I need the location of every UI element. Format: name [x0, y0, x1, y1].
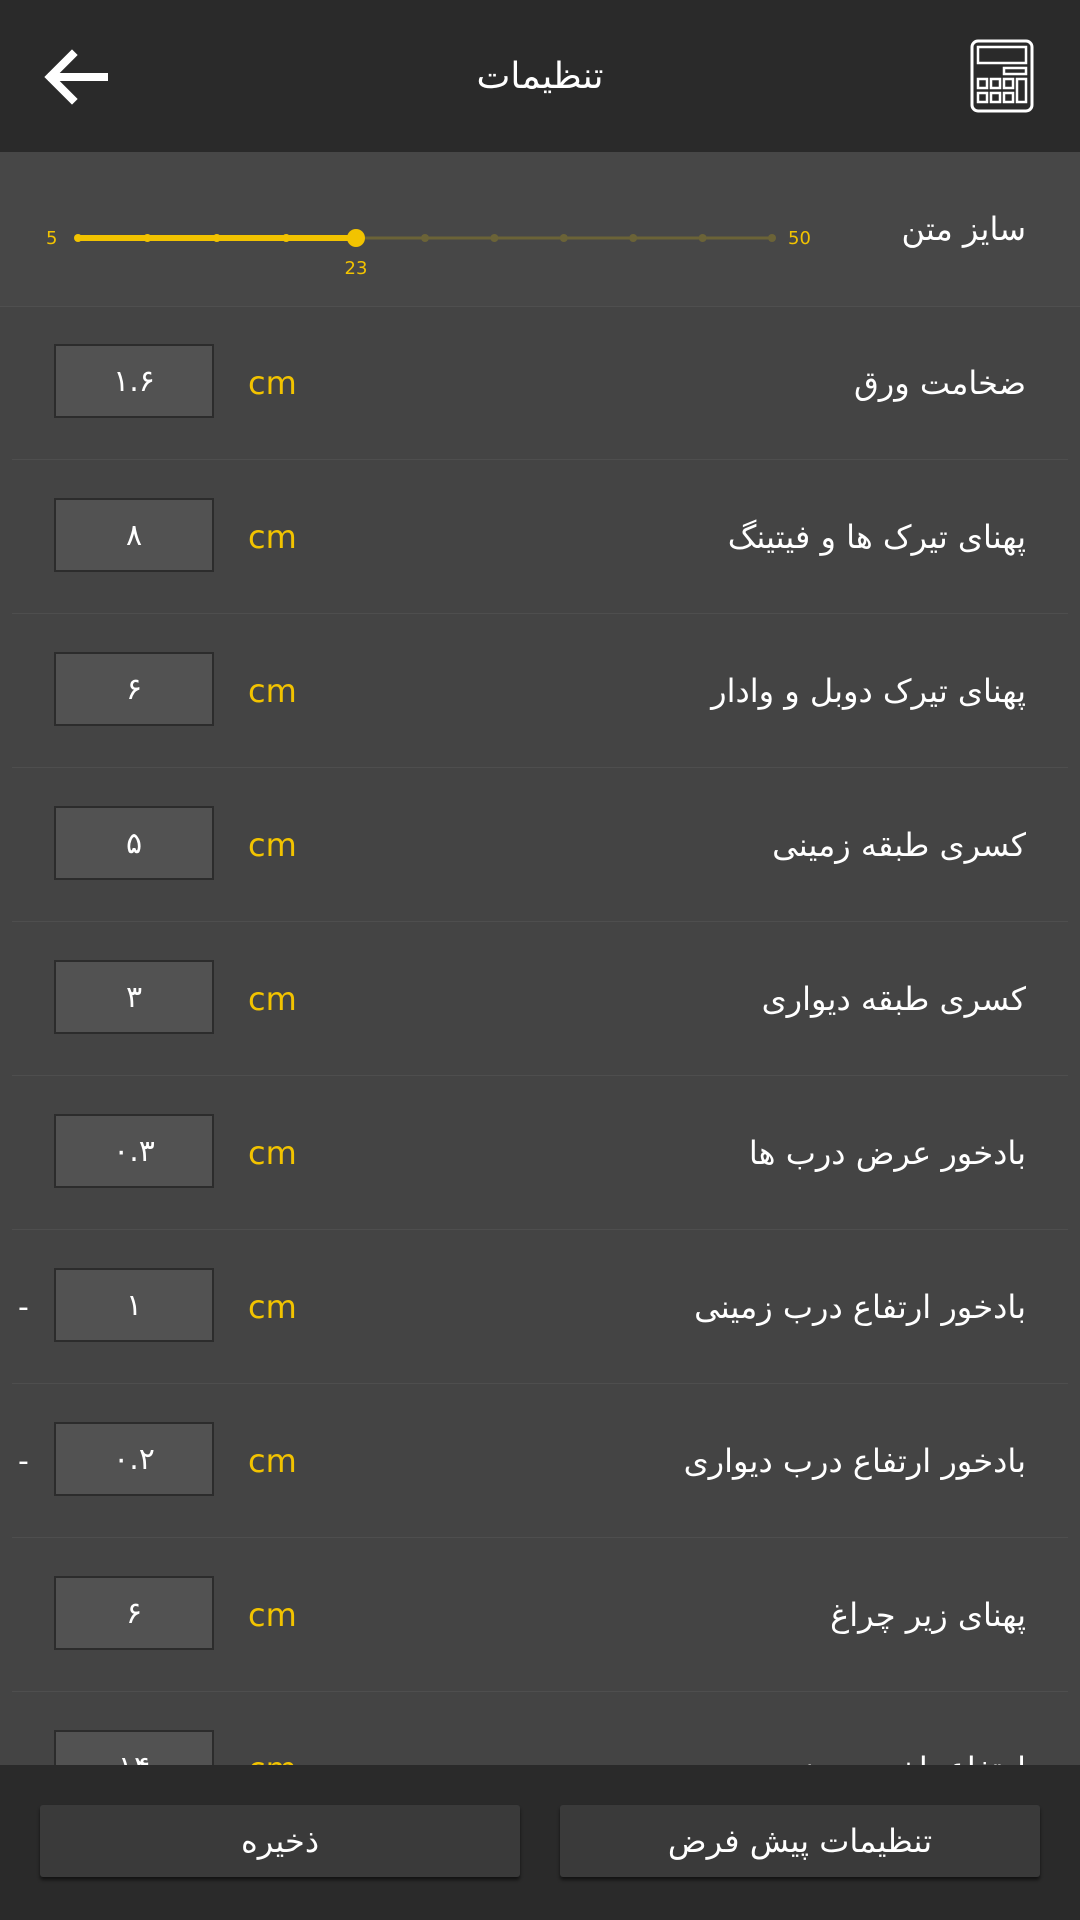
setting-row: کسری طبقه دیواری cm ۳	[0, 922, 1080, 1076]
setting-label: بادخور ارتفاع درب دیواری	[683, 1442, 1026, 1480]
slider-tick	[768, 234, 776, 242]
unit-label: cm	[248, 1134, 297, 1172]
app-bar: تنظیمات	[0, 0, 1080, 152]
slider-tick	[490, 234, 499, 242]
setting-row: پهنای تیرک دوبل و وادار cm ۶	[0, 614, 1080, 768]
value-input[interactable]: ۱	[54, 1268, 214, 1342]
value-input[interactable]: ۸	[54, 498, 214, 572]
page-title: تنظیمات	[476, 55, 604, 97]
value-input[interactable]: ۱.۶	[54, 344, 214, 418]
text-size-label: سایز متن	[901, 210, 1026, 248]
value-input[interactable]: ۱۴	[54, 1730, 214, 1765]
setting-label: ضخامت ورق	[853, 364, 1026, 402]
slider-max-label: 50	[788, 228, 811, 249]
bottom-bar: ذخیره تنظیمات پیش فرض	[0, 1765, 1080, 1920]
unit-label: cm	[248, 1442, 297, 1480]
setting-row: کسری طبقه زمینی cm ۵	[0, 768, 1080, 922]
save-button[interactable]: ذخیره	[40, 1805, 520, 1877]
unit-label: cm	[248, 518, 297, 556]
slider-tick	[629, 234, 638, 242]
value-input[interactable]: ۰.۲	[54, 1422, 214, 1496]
setting-label: کسری طبقه دیواری	[761, 980, 1026, 1018]
slider-min-label: 5	[46, 228, 57, 249]
unit-label: cm	[248, 1692, 297, 1765]
setting-row: ضخامت ورق cm ۱.۶	[0, 306, 1080, 460]
value-input[interactable]: ۵	[54, 806, 214, 880]
sign-label: -	[18, 1289, 29, 1325]
text-size-slider[interactable]: 5 23 50	[46, 212, 816, 292]
value-input[interactable]: ۶	[54, 652, 214, 726]
setting-label: پهنای زیر چراغ	[830, 1596, 1026, 1634]
value-input[interactable]: ۰.۳	[54, 1114, 214, 1188]
value-input[interactable]: ۳	[54, 960, 214, 1034]
slider-value-label: 23	[345, 258, 368, 279]
value-input[interactable]: ۶	[54, 1576, 214, 1650]
setting-label: بادخور ارتفاع درب زمینی	[694, 1288, 1026, 1326]
unit-label: cm	[248, 1288, 297, 1326]
unit-label: cm	[248, 364, 297, 402]
calculator-button[interactable]	[966, 36, 1038, 116]
setting-row: بادخور ارتفاع درب دیواری cm ۰.۲ -	[0, 1384, 1080, 1538]
settings-list[interactable]: سایز متن 5 23 50 ضخامت ورق cm ۱.۶ پهنای …	[0, 152, 1080, 1765]
setting-label: کسری طبقه زمینی	[772, 826, 1026, 864]
unit-label: cm	[248, 1596, 297, 1634]
text-size-row: سایز متن 5 23 50	[0, 152, 1080, 307]
slider-tick	[421, 234, 429, 242]
setting-label: بادخور عرض درب ها	[748, 1134, 1026, 1172]
slider-tick	[212, 234, 221, 242]
slider-tick	[282, 234, 291, 242]
default-settings-button[interactable]: تنظیمات پیش فرض	[560, 1805, 1040, 1877]
sign-label: -	[18, 1443, 29, 1479]
setting-label: پهنای تیرک دوبل و وادار	[711, 672, 1026, 710]
unit-label: cm	[248, 826, 297, 864]
setting-row: پهنای تیرک ها و فیتینگ cm ۸	[0, 460, 1080, 614]
setting-label: پهنای تیرک ها و فیتینگ	[727, 518, 1026, 556]
calculator-icon	[970, 39, 1034, 113]
slider-tick	[698, 234, 707, 242]
setting-label: ارتفاع پاخور زمینی	[778, 1692, 1026, 1765]
setting-row: ارتفاع پاخور زمینی cm ۱۴	[0, 1692, 1080, 1765]
setting-row: پهنای زیر چراغ cm ۶	[0, 1538, 1080, 1692]
slider-tick	[74, 234, 82, 242]
slider-tick	[143, 234, 152, 242]
slider-thumb[interactable]	[347, 229, 365, 247]
slider-tick	[559, 234, 568, 242]
unit-label: cm	[248, 672, 297, 710]
setting-row: بادخور ارتفاع درب زمینی cm ۱ -	[0, 1230, 1080, 1384]
setting-row: بادخور عرض درب ها cm ۰.۳	[0, 1076, 1080, 1230]
unit-label: cm	[248, 980, 297, 1018]
